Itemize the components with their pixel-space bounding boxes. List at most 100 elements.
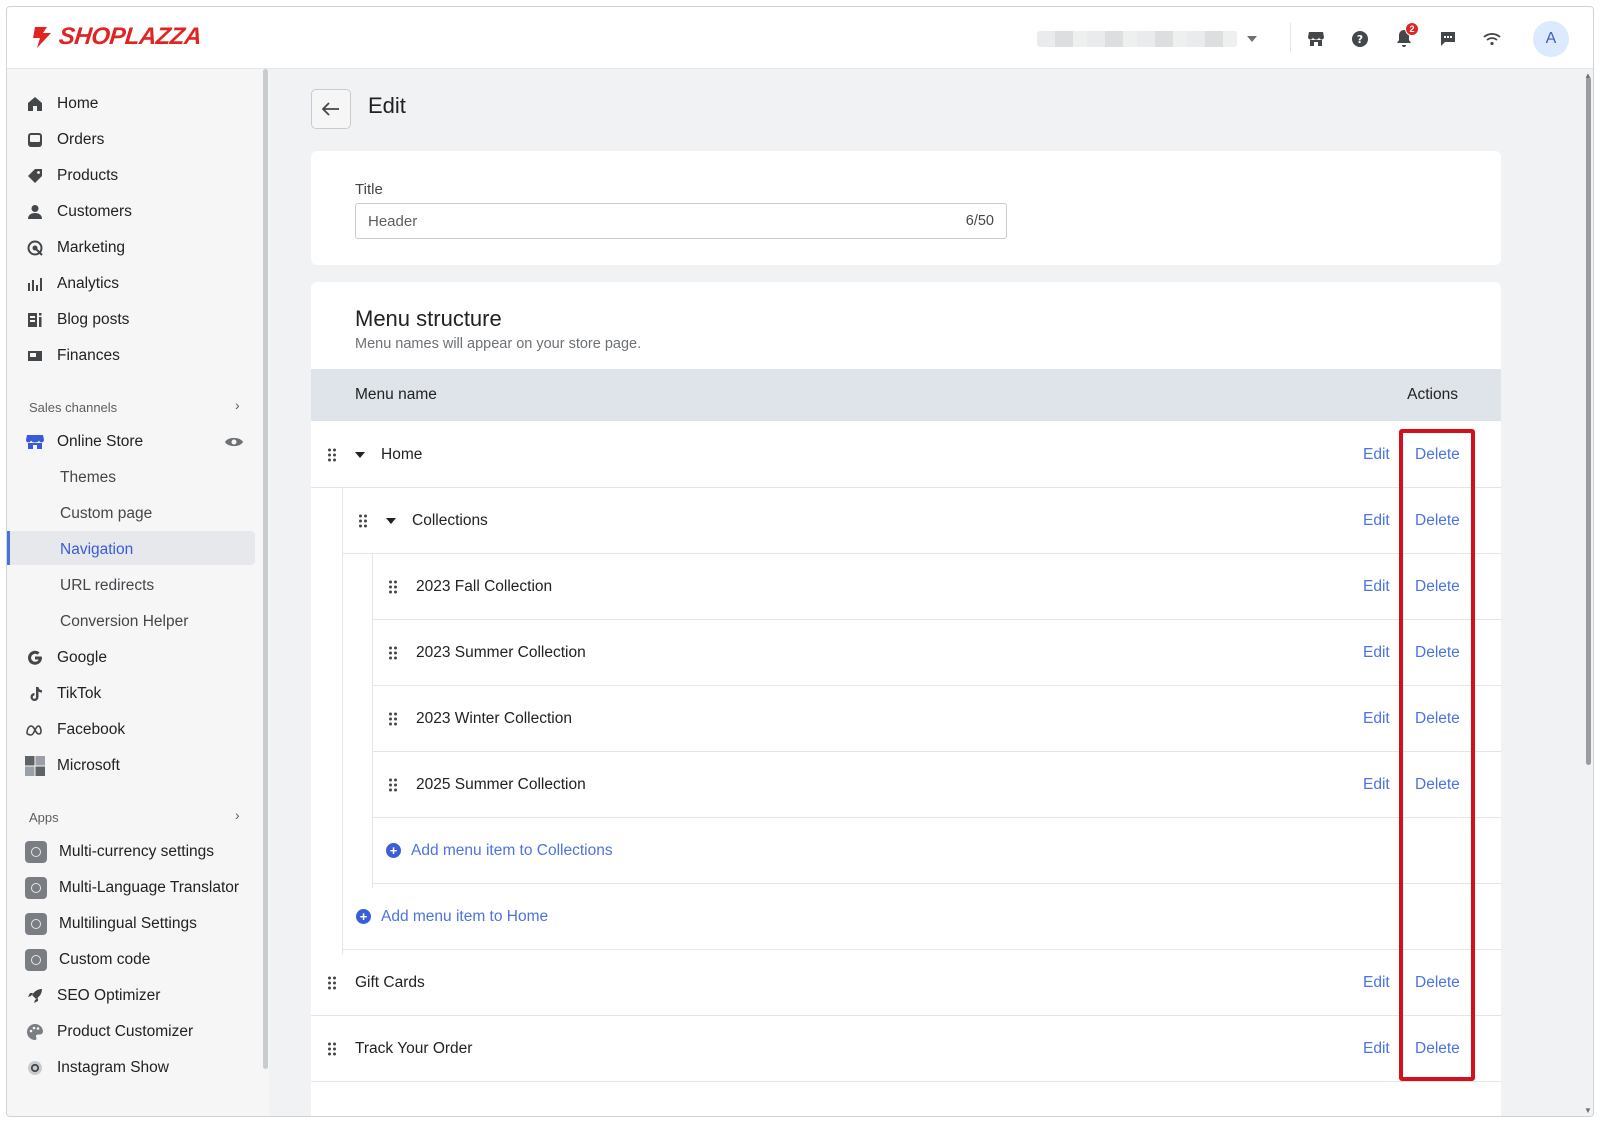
wifi-icon[interactable]: [1479, 22, 1505, 56]
sidebar-subitem-conversion-helper[interactable]: Conversion Helper: [60, 607, 188, 637]
edit-link[interactable]: Edit: [1363, 776, 1390, 794]
eye-icon[interactable]: [224, 435, 244, 454]
table-row[interactable]: Collections Edit Delete: [342, 488, 1501, 554]
section-label-sales-channels: Sales channels: [29, 399, 118, 415]
sidebar-app-custom-code[interactable]: Custom code: [25, 945, 150, 975]
menu-structure-subheading: Menu names will appear on your store pag…: [355, 336, 642, 352]
column-header-menu-name: Menu name: [355, 386, 437, 403]
drag-handle-icon[interactable]: [388, 579, 398, 595]
edit-link[interactable]: Edit: [1363, 710, 1390, 728]
sidebar-item-blog-posts[interactable]: Blog posts: [25, 305, 129, 335]
edit-link[interactable]: Edit: [1363, 1040, 1390, 1058]
sidebar-subitem-custom-page[interactable]: Custom page: [60, 499, 152, 529]
sidebar-scrollbar[interactable]: [263, 69, 268, 1069]
sidebar-item-label: Customers: [57, 203, 132, 220]
sidebar-item-facebook[interactable]: Facebook: [25, 715, 125, 745]
table-row[interactable]: 2023 Winter Collection Edit Delete: [372, 686, 1501, 752]
chevron-right-icon[interactable]: ›: [235, 807, 240, 823]
back-button[interactable]: [311, 89, 351, 129]
sidebar-item-products[interactable]: Products: [25, 161, 118, 191]
sidebar-app-product-customizer[interactable]: Product Customizer: [25, 1017, 193, 1047]
column-header-actions: Actions: [1407, 386, 1458, 403]
svg-text:?: ?: [1357, 33, 1363, 46]
table-header: Menu name Actions: [311, 369, 1501, 421]
menu-item-name: 2023 Summer Collection: [416, 643, 586, 661]
collapse-caret-icon[interactable]: [355, 451, 365, 458]
chevron-right-icon[interactable]: ›: [235, 397, 240, 413]
drag-handle-icon[interactable]: [327, 975, 337, 991]
add-menu-item-to-collections-link[interactable]: + Add menu item to Collections: [386, 842, 613, 860]
brand-logo[interactable]: SHOPLAZZA: [29, 23, 203, 51]
table-row[interactable]: Track Your Order Edit Delete: [311, 1016, 1501, 1082]
drag-handle-icon[interactable]: [388, 645, 398, 661]
store-name-redacted: [1037, 31, 1237, 47]
drag-handle-icon[interactable]: [327, 447, 337, 463]
sidebar-app-instagram-show[interactable]: Instagram Show: [25, 1053, 169, 1083]
sidebar-item-google[interactable]: Google: [25, 643, 107, 673]
sidebar-app-multi-language-translator[interactable]: Multi-Language Translator: [25, 873, 239, 903]
add-item-row: + Add menu item to Collections: [372, 818, 1501, 884]
sidebar-item-customers[interactable]: Customers: [25, 197, 132, 227]
edit-link[interactable]: Edit: [1363, 446, 1390, 464]
edit-link[interactable]: Edit: [1363, 512, 1390, 530]
sidebar-app-seo-optimizer[interactable]: SEO Optimizer: [25, 981, 160, 1011]
table-row[interactable]: Home Edit Delete: [311, 422, 1501, 488]
person-icon: [25, 202, 45, 222]
translator-app-icon: [25, 877, 47, 899]
help-icon[interactable]: ?: [1347, 22, 1373, 56]
drag-handle-icon[interactable]: [327, 1041, 337, 1057]
title-input[interactable]: Header 6/50: [355, 203, 1007, 239]
avatar[interactable]: A: [1533, 21, 1569, 57]
sidebar-item-tiktok[interactable]: TikTok: [25, 679, 101, 709]
add-menu-item-to-home-link[interactable]: + Add menu item to Home: [356, 908, 548, 926]
instagram-icon: [25, 1058, 45, 1078]
sidebar-subitem-url-redirects[interactable]: URL redirects: [60, 571, 154, 601]
active-nav-indicator: [7, 531, 10, 565]
sidebar-item-online-store[interactable]: Online Store: [25, 427, 143, 457]
add-item-row: + Add menu item to Home: [342, 884, 1501, 950]
edit-link[interactable]: Edit: [1363, 578, 1390, 596]
sidebar-app-multi-currency[interactable]: Multi-currency settings: [25, 837, 214, 867]
sidebar-app-multilingual-settings[interactable]: Multilingual Settings: [25, 909, 197, 939]
drag-handle-icon[interactable]: [388, 711, 398, 727]
chat-icon[interactable]: [1435, 22, 1461, 56]
sidebar-item-label: Custom code: [59, 951, 151, 968]
sidebar-item-finances[interactable]: Finances: [25, 341, 120, 371]
sidebar-item-label: Products: [57, 167, 119, 184]
scroll-up-icon[interactable]: ▲: [1583, 70, 1593, 80]
menu-item-name: 2025 Summer Collection: [416, 775, 586, 793]
main-scrollbar-thumb[interactable]: [1586, 77, 1591, 765]
sidebar-subitem-themes[interactable]: Themes: [60, 463, 116, 493]
table-row[interactable]: Gift Cards Edit Delete: [311, 950, 1501, 1016]
edit-link[interactable]: Edit: [1363, 974, 1390, 992]
sidebar-item-label: Analytics: [57, 275, 120, 292]
arrow-left-icon: [322, 102, 339, 116]
title-card: Title Header 6/50: [311, 151, 1501, 265]
edit-link[interactable]: Edit: [1363, 644, 1390, 662]
sidebar-item-home[interactable]: Home: [25, 89, 98, 119]
palette-icon: [25, 1022, 45, 1042]
table-row[interactable]: 2023 Fall Collection Edit Delete: [372, 554, 1501, 620]
sidebar-item-microsoft[interactable]: Microsoft: [25, 751, 120, 781]
top-actions: ? 2 A: [1303, 21, 1569, 57]
blog-icon: [25, 310, 45, 330]
collapse-caret-icon[interactable]: [386, 517, 396, 524]
sidebar-item-label: Multi-Language Translator: [59, 879, 240, 896]
table-row[interactable]: 2023 Summer Collection Edit Delete: [372, 620, 1501, 686]
sidebar-item-marketing[interactable]: Marketing: [25, 233, 125, 263]
drag-handle-icon[interactable]: [388, 777, 398, 793]
top-bar: SHOPLAZZA ? 2 A: [7, 7, 1593, 69]
sidebar-subitem-navigation[interactable]: Navigation: [60, 535, 133, 565]
bell-icon[interactable]: 2: [1391, 22, 1419, 56]
sidebar-item-label: Google: [57, 649, 107, 666]
sidebar-item-label: Product Customizer: [57, 1023, 194, 1040]
store-front-icon[interactable]: [1303, 22, 1329, 56]
store-switcher[interactable]: [1037, 31, 1257, 47]
sidebar-item-orders[interactable]: Orders: [25, 125, 104, 155]
scroll-down-icon[interactable]: ▼: [1583, 1105, 1593, 1115]
table-row[interactable]: 2025 Summer Collection Edit Delete: [372, 752, 1501, 818]
rocket-icon: [25, 986, 45, 1006]
page-title: Edit: [368, 93, 406, 118]
drag-handle-icon[interactable]: [358, 513, 368, 529]
sidebar-item-analytics[interactable]: Analytics: [25, 269, 119, 299]
